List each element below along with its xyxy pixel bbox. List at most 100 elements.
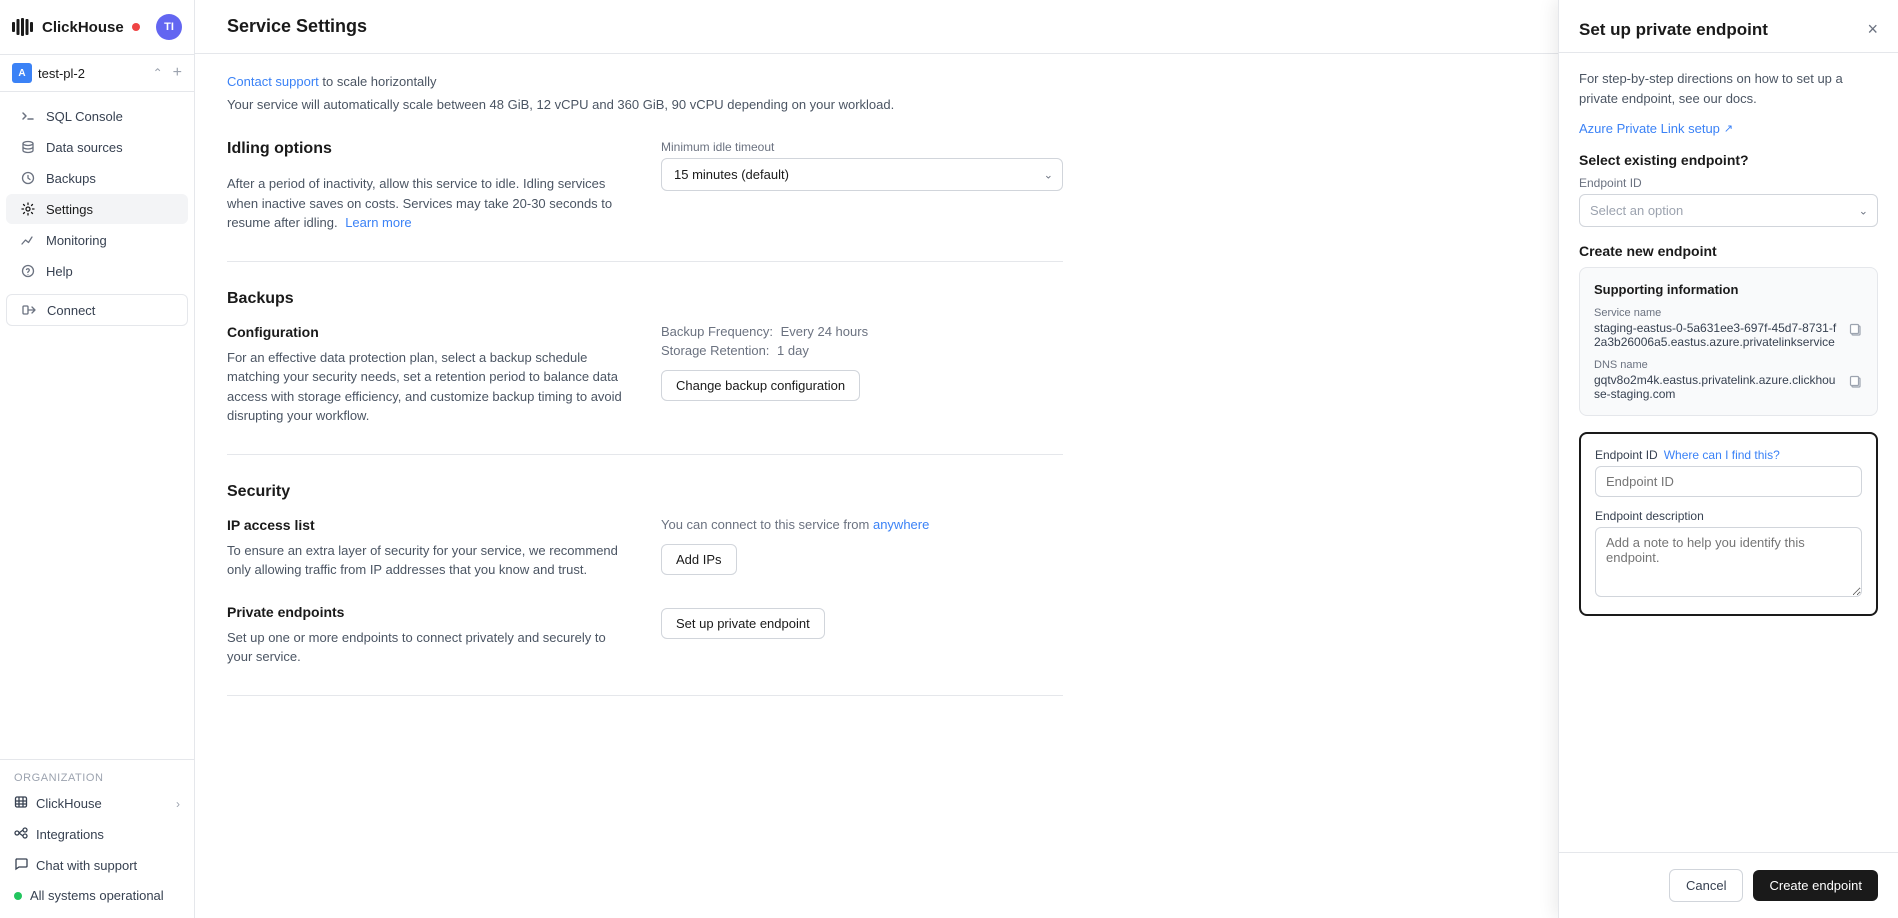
- idle-timeout-select[interactable]: 15 minutes (default) 30 minutes 1 hour N…: [661, 158, 1063, 191]
- private-endpoints-left: Private endpoints Set up one or more end…: [227, 604, 629, 667]
- connect-label: Connect: [47, 303, 95, 318]
- private-endpoints-desc: Set up one or more endpoints to connect …: [227, 628, 629, 667]
- workspace-selector[interactable]: A test-pl-2 ⌃ +: [0, 55, 194, 92]
- config-desc: For an effective data protection plan, s…: [227, 348, 629, 426]
- clock-icon: [20, 170, 36, 186]
- contact-rest: to scale horizontally: [319, 74, 437, 89]
- idle-timeout-label: Minimum idle timeout: [661, 140, 1063, 154]
- panel-close-button[interactable]: ×: [1867, 20, 1878, 38]
- add-workspace-icon[interactable]: +: [173, 64, 182, 82]
- org-name: ClickHouse: [36, 796, 102, 811]
- contact-support-link[interactable]: Contact support: [227, 74, 319, 89]
- dns-name-row: gqtv8o2m4k.eastus.privatelink.azure.clic…: [1594, 373, 1863, 401]
- endpoint-desc-textarea[interactable]: [1595, 527, 1862, 597]
- panel-header-text: Set up private endpoint: [1579, 20, 1768, 40]
- endpoint-select-wrapper: Select an option ⌄: [1579, 194, 1878, 227]
- service-name-row: staging-eastus-0-5a631ee3-697f-45d7-8731…: [1594, 321, 1863, 359]
- status-dot: [14, 892, 22, 900]
- sidebar-item-data-sources[interactable]: Data sources: [6, 132, 188, 162]
- security-title: Security: [227, 483, 1063, 501]
- sidebar-item-settings[interactable]: Settings: [6, 194, 188, 224]
- workspace-name: test-pl-2: [38, 66, 147, 81]
- terminal-icon: [20, 108, 36, 124]
- content-area: Idling options After a period of inactiv…: [195, 112, 1095, 696]
- sidebar-item-label: Settings: [46, 202, 93, 217]
- sidebar-item-monitoring[interactable]: Monitoring: [6, 225, 188, 255]
- backups-section: Backups Configuration For an effective d…: [227, 262, 1063, 455]
- integrations-item[interactable]: Integrations: [0, 819, 194, 850]
- panel-desc: For step-by-step directions on how to se…: [1579, 69, 1878, 108]
- help-icon: [20, 263, 36, 279]
- panel-docs-link[interactable]: Azure Private Link setup ↗: [1579, 121, 1733, 136]
- service-name-label: Service name: [1594, 307, 1863, 319]
- ip-access-left: IP access list To ensure an extra layer …: [227, 517, 629, 580]
- sidebar-item-help[interactable]: Help: [6, 256, 188, 286]
- sidebar-item-label: Monitoring: [46, 233, 107, 248]
- new-endpoint-form: Endpoint ID Where can I find this? Endpo…: [1579, 432, 1878, 616]
- ip-access-right: You can connect to this service from any…: [661, 517, 1063, 580]
- app-name: ClickHouse: [42, 19, 124, 36]
- idling-title: Idling options: [227, 140, 629, 158]
- nav-section: SQL Console Data sources Backups Setting…: [0, 92, 194, 759]
- endpoint-id-input[interactable]: [1595, 466, 1862, 497]
- ip-access-title: IP access list: [227, 517, 629, 533]
- anywhere-link[interactable]: anywhere: [873, 517, 929, 532]
- chat-icon: [14, 857, 28, 874]
- chat-support-item[interactable]: Chat with support: [0, 850, 194, 881]
- logo-icon: [12, 18, 34, 36]
- endpoint-select[interactable]: Select an option: [1579, 194, 1878, 227]
- private-endpoints-right: Set up private endpoint: [661, 604, 1063, 667]
- select-existing-title: Select existing endpoint?: [1579, 152, 1878, 168]
- sidebar-item-backups[interactable]: Backups: [6, 163, 188, 193]
- backups-left: Configuration For an effective data prot…: [227, 324, 629, 426]
- idling-section: Idling options After a period of inactiv…: [227, 112, 1063, 262]
- private-endpoints-grid: Private endpoints Set up one or more end…: [227, 604, 1063, 667]
- ip-access-desc: To ensure an extra layer of security for…: [227, 541, 629, 580]
- cancel-button[interactable]: Cancel: [1669, 869, 1743, 902]
- status-indicator: [132, 23, 140, 31]
- backups-grid: Configuration For an effective data prot…: [227, 324, 1063, 426]
- where-find-link[interactable]: Where can I find this?: [1664, 448, 1780, 462]
- sidebar-item-label: Backups: [46, 171, 96, 186]
- backup-frequency: Backup Frequency: Every 24 hours: [661, 324, 1063, 339]
- security-grid: IP access list To ensure an extra layer …: [227, 517, 1063, 580]
- integrations-icon: [14, 826, 28, 843]
- create-endpoint-button[interactable]: Create endpoint: [1753, 870, 1878, 901]
- idling-left: Idling options After a period of inactiv…: [227, 140, 629, 233]
- dns-name-copy-icon[interactable]: [1849, 375, 1863, 392]
- org-chevron-icon: ›: [176, 797, 180, 811]
- change-backup-config-button[interactable]: Change backup configuration: [661, 370, 860, 401]
- status-label: All systems operational: [30, 888, 164, 903]
- service-name-value: staging-eastus-0-5a631ee3-697f-45d7-8731…: [1594, 321, 1841, 349]
- sidebar-item-connect[interactable]: Connect: [6, 294, 188, 326]
- settings-icon: [20, 201, 36, 217]
- user-avatar[interactable]: TI: [156, 14, 182, 40]
- endpoint-desc-label: Endpoint description: [1595, 509, 1862, 523]
- org-label: Organization: [0, 768, 194, 788]
- org-icon: [14, 795, 28, 812]
- sidebar-item-sql-console[interactable]: SQL Console: [6, 101, 188, 131]
- sidebar-header: ClickHouse TI: [0, 0, 194, 55]
- service-name-copy-icon[interactable]: [1849, 323, 1863, 340]
- private-endpoint-panel: Set up private endpoint × For step-by-st…: [1558, 0, 1898, 918]
- private-endpoints-title: Private endpoints: [227, 604, 629, 620]
- workspace-icon: A: [12, 63, 32, 83]
- idling-right: Minimum idle timeout 15 minutes (default…: [661, 140, 1063, 233]
- setup-private-endpoint-button[interactable]: Set up private endpoint: [661, 608, 825, 639]
- supporting-info-box: Supporting information Service name stag…: [1579, 267, 1878, 416]
- config-title: Configuration: [227, 324, 629, 340]
- org-item[interactable]: ClickHouse ›: [0, 788, 194, 819]
- create-new-title: Create new endpoint: [1579, 243, 1878, 259]
- backups-title: Backups: [227, 290, 1063, 308]
- workspace-chevron-icon: ⌃: [153, 66, 163, 80]
- dns-name-label: DNS name: [1594, 359, 1863, 371]
- panel-header: Set up private endpoint ×: [1559, 0, 1898, 53]
- endpoint-id-label: Endpoint ID: [1579, 176, 1878, 190]
- panel-body: For step-by-step directions on how to se…: [1559, 53, 1898, 852]
- learn-more-link[interactable]: Learn more: [345, 215, 411, 230]
- panel-footer: Cancel Create endpoint: [1559, 852, 1898, 918]
- add-ips-button[interactable]: Add IPs: [661, 544, 737, 575]
- supporting-info-title: Supporting information: [1594, 282, 1863, 297]
- idle-timeout-select-wrapper: 15 minutes (default) 30 minutes 1 hour N…: [661, 158, 1063, 191]
- database-icon: [20, 139, 36, 155]
